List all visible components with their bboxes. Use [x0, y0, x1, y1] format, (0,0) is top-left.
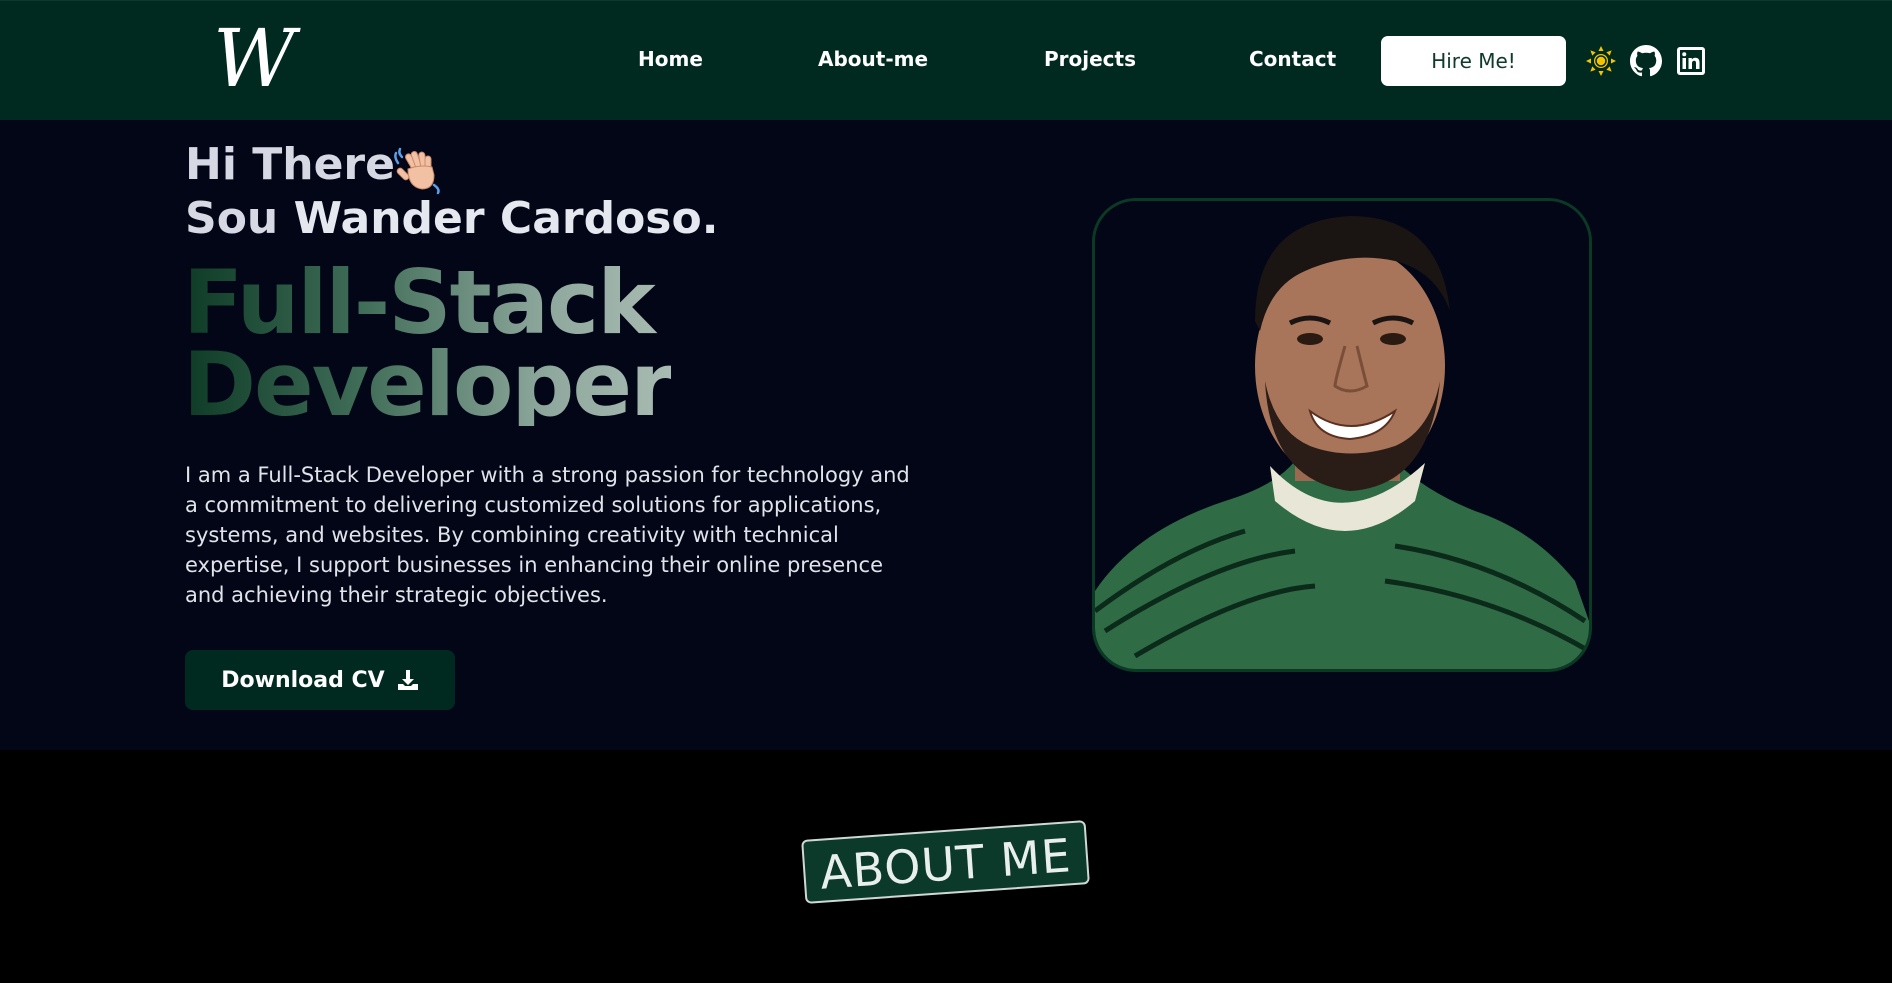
- greeting-heading: Hi There: [185, 139, 395, 190]
- download-cv-button[interactable]: Download CV: [185, 650, 455, 710]
- profile-photo-illustration: [1095, 201, 1589, 669]
- linkedin-icon[interactable]: [1675, 45, 1707, 77]
- profile-photo: [1092, 198, 1592, 672]
- navbar: W Home About-me Projects Contact Hire Me…: [0, 0, 1892, 120]
- developer-name: Wander Cardoso.: [293, 193, 719, 244]
- download-icon: [397, 670, 418, 690]
- hero-description: I am a Full-Stack Developer with a stron…: [185, 463, 910, 607]
- role-line-2: Developer: [183, 333, 672, 436]
- role-line-1: Full-Stack: [183, 251, 654, 354]
- download-cv-label: Download CV: [221, 667, 385, 693]
- nav-link-about-me[interactable]: About-me: [818, 47, 928, 71]
- role-title: Full-Stack Developer: [183, 262, 671, 426]
- nav-link-home[interactable]: Home: [638, 47, 703, 71]
- nav-link-projects[interactable]: Projects: [1044, 47, 1136, 71]
- intro-prefix: Sou: [185, 193, 294, 244]
- logo[interactable]: W: [213, 19, 295, 99]
- sun-icon[interactable]: [1585, 45, 1617, 77]
- waving-hand-icon: [394, 147, 440, 195]
- hire-me-button[interactable]: Hire Me!: [1381, 36, 1566, 86]
- nav-link-contact[interactable]: Contact: [1249, 47, 1336, 71]
- intro-heading: Sou Wander Cardoso.: [185, 194, 718, 244]
- github-icon[interactable]: [1630, 45, 1662, 77]
